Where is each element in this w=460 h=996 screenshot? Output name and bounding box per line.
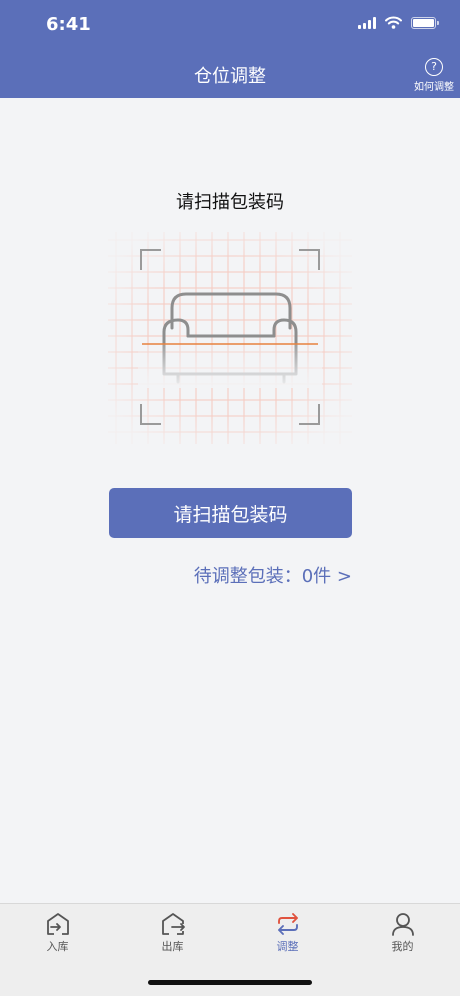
home-indicator bbox=[148, 980, 312, 985]
tab-label: 出库 bbox=[161, 940, 184, 953]
help-icon: ? bbox=[425, 58, 443, 76]
tab-profile[interactable]: 我的 bbox=[345, 912, 460, 964]
scanner-viewfinder bbox=[108, 232, 352, 444]
inbound-icon bbox=[46, 913, 69, 935]
scan-prompt: 请扫描包装码 bbox=[176, 192, 284, 213]
profile-icon bbox=[391, 913, 414, 936]
status-icons bbox=[358, 16, 439, 29]
tab-inbound[interactable]: 入库 bbox=[0, 912, 115, 964]
tab-adjust[interactable]: 调整 bbox=[230, 912, 345, 964]
help-label: 如何调整 bbox=[414, 82, 454, 93]
status-time: 6:41 bbox=[46, 14, 91, 35]
tab-label: 调整 bbox=[276, 940, 299, 953]
scan-package-button[interactable]: 请扫描包装码 bbox=[109, 488, 352, 538]
outbound-icon bbox=[161, 913, 185, 935]
adjust-icon bbox=[277, 913, 298, 935]
pending-packages-link[interactable]: 待调整包装：0件 > bbox=[194, 562, 352, 588]
tab-outbound[interactable]: 出库 bbox=[115, 912, 230, 964]
tab-label: 入库 bbox=[46, 940, 69, 953]
signal-icon bbox=[358, 16, 376, 29]
header: 6:41 仓位调整 ? 如何调整 bbox=[0, 0, 460, 98]
page-title: 仓位调整 bbox=[194, 66, 266, 87]
wifi-icon bbox=[385, 16, 402, 29]
app-screen: 6:41 仓位调整 ? 如何调整 请扫描包装码 请扫描包装码 待调整包装：0件 … bbox=[0, 0, 460, 996]
battery-icon bbox=[411, 16, 439, 29]
help-button[interactable]: ? 如何调整 bbox=[412, 58, 456, 93]
tab-label: 我的 bbox=[391, 940, 414, 953]
